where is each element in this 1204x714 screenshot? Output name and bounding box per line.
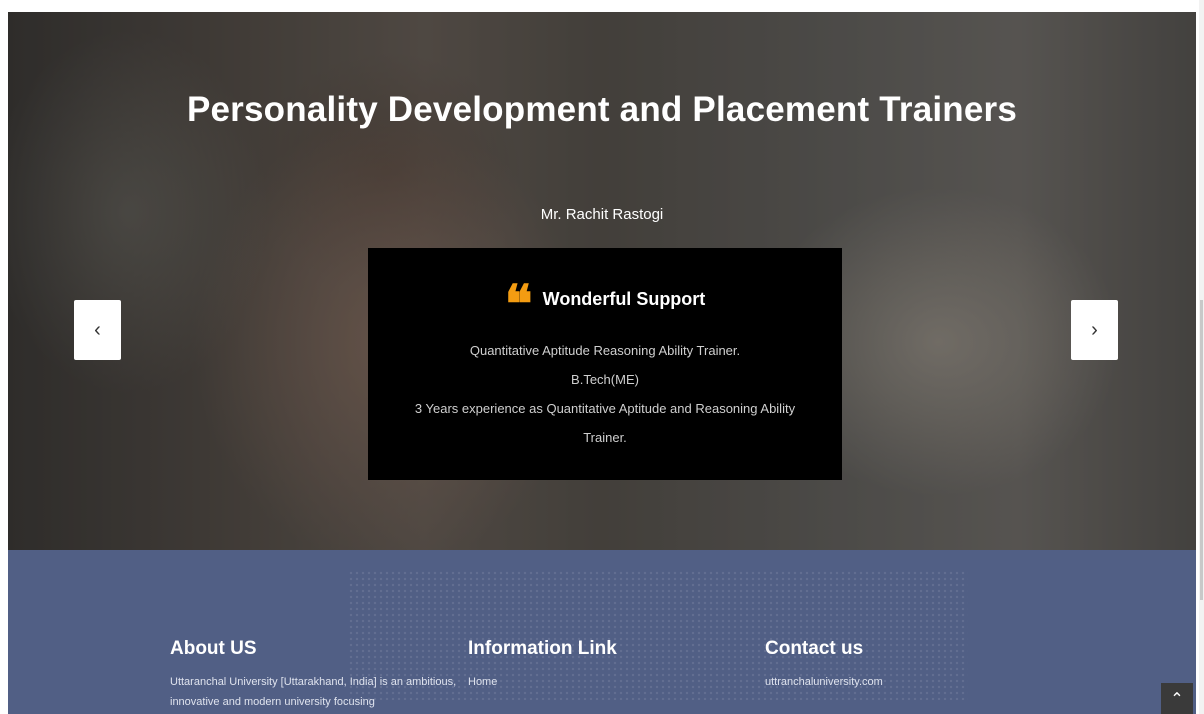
testimonial-hero: Personality Development and Placement Tr…: [8, 12, 1196, 550]
scrollbar-thumb[interactable]: [1200, 300, 1203, 600]
chevron-right-icon: ›: [1091, 318, 1098, 341]
carousel-prev-button[interactable]: ‹: [74, 300, 121, 360]
footer-link-home[interactable]: Home: [468, 672, 708, 692]
section-title: Personality Development and Placement Tr…: [186, 90, 1018, 129]
testimonial-body: Quantitative Aptitude Reasoning Ability …: [368, 336, 842, 452]
quote-icon: ❝: [504, 274, 533, 335]
footer-about: About US Uttaranchal University [Uttarak…: [170, 638, 460, 712]
about-text: Uttaranchal University [Uttarakhand, Ind…: [170, 676, 457, 708]
site-footer: About US Uttaranchal University [Uttarak…: [8, 550, 1196, 714]
footer-information-links: Information Link Home: [468, 638, 708, 692]
trainer-name: Mr. Rachit Rastogi: [540, 206, 664, 223]
page-scrollbar[interactable]: [1199, 0, 1204, 714]
scroll-to-top-button[interactable]: ⌃: [1161, 683, 1193, 714]
chevron-up-icon: ⌃: [1170, 690, 1184, 708]
footer-contact: Contact us uttranchaluniversity.com: [765, 638, 1025, 692]
carousel-next-button[interactable]: ›: [1071, 300, 1118, 360]
about-heading: About US: [170, 638, 257, 659]
testimonial-heading: Wonderful Support: [542, 288, 706, 309]
trainer-experience: 3 Years experience as Quantitative Aptit…: [414, 401, 796, 445]
testimonial-header: ❝ Wonderful Support: [368, 279, 842, 331]
information-heading: Information Link: [468, 638, 617, 659]
contact-heading: Contact us: [765, 638, 864, 659]
chevron-left-icon: ‹: [94, 318, 101, 341]
trainer-role: Quantitative Aptitude Reasoning Ability …: [469, 343, 741, 358]
trainer-degree: B.Tech(ME): [571, 372, 639, 387]
testimonial-card: ❝ Wonderful Support Quantitative Aptitud…: [368, 248, 842, 480]
contact-website-link[interactable]: uttranchaluniversity.com: [765, 672, 1025, 692]
